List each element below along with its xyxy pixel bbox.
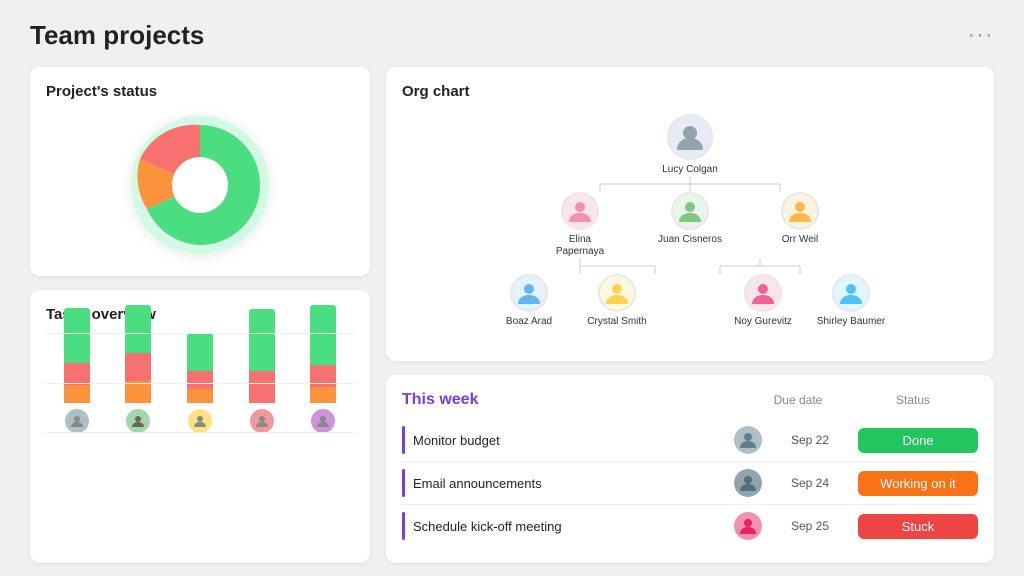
org-name-root: Lucy Colgan (662, 164, 718, 176)
org-name-l2-2: Juan Cisneros (658, 234, 722, 246)
project-status-title: Project's status (46, 83, 354, 100)
org-node-l2-1: Elina Papernaya (540, 192, 620, 258)
task-row-3: Schedule kick-off meeting Sep 25 Stuck (402, 505, 978, 547)
task-avatar-1 (734, 426, 762, 454)
org-node-l2-3: Orr Weil (760, 192, 840, 258)
org-node-l2-2: Juan Cisneros (650, 192, 730, 258)
bar-avatar-2 (126, 409, 150, 433)
page-container: Team projects ··· Project's status (0, 0, 1024, 576)
task-row-1: Monitor budget Sep 22 Done (402, 419, 978, 462)
org-chart: Lucy Colgan (402, 110, 978, 332)
org-node-l3-2: Crystal Smith (582, 274, 652, 328)
task-due-2: Sep 24 (770, 476, 850, 490)
pie-chart-container (46, 110, 354, 260)
tasks-overview-card: Tasks overview (30, 290, 370, 563)
org-name-l3-4: Shirley Baumer (817, 316, 885, 328)
org-chart-title: Org chart (402, 83, 978, 100)
org-connector-2 (402, 258, 978, 274)
task-due-3: Sep 25 (770, 519, 850, 533)
org-node-l3-3: Noy Gurevitz (728, 274, 798, 328)
task-name-3: Schedule kick-off meeting (413, 519, 726, 534)
org-node-l3-1: Boaz Arad (494, 274, 564, 328)
bar-avatar-3 (188, 409, 212, 433)
page-title: Team projects (30, 20, 204, 51)
task-border-3 (402, 512, 405, 540)
col-header-status: Status (848, 393, 978, 407)
org-avatar-root (667, 114, 713, 160)
org-avatar-l2-3 (781, 192, 819, 230)
bar-avatar-4 (250, 409, 274, 433)
org-spacer (670, 274, 710, 328)
bar-group-3 (177, 333, 223, 433)
org-chart-card: Org chart Lucy Colgan (386, 67, 994, 361)
task-status-1: Done (858, 428, 978, 453)
org-lines-svg-1 (520, 176, 860, 192)
task-status-2: Working on it (858, 471, 978, 496)
bar-group-5 (300, 305, 346, 433)
left-column: Project's status (30, 67, 370, 563)
org-connector-1 (402, 176, 978, 192)
org-level-root: Lucy Colgan (662, 114, 718, 176)
more-options-icon[interactable]: ··· (968, 24, 994, 47)
org-name-l3-2: Crystal Smith (587, 316, 646, 328)
task-avatar-2 (734, 469, 762, 497)
org-avatar-l2-1 (561, 192, 599, 230)
bar-avatar-5 (311, 409, 335, 433)
bar-group-2 (116, 305, 162, 433)
project-status-card: Project's status (30, 67, 370, 276)
task-border-1 (402, 426, 405, 454)
bar-chart (46, 333, 354, 433)
col-header-due: Due date (748, 393, 848, 407)
bar-group-1 (54, 308, 100, 433)
task-due-1: Sep 22 (770, 433, 850, 447)
this-week-col-headers: Due date Status (748, 393, 978, 407)
org-level-2: Elina Papernaya Juan Cisneros (540, 192, 840, 258)
bar-avatar-1 (65, 409, 89, 433)
org-name-l3-3: Noy Gurevitz (734, 316, 792, 328)
org-avatar-l3-2 (598, 274, 636, 312)
org-name-l2-3: Orr Weil (782, 234, 818, 246)
right-column: Org chart Lucy Colgan (386, 67, 994, 563)
org-lines-svg-2 (500, 258, 880, 274)
org-name-l3-1: Boaz Arad (506, 316, 552, 328)
this-week-title: This week (402, 391, 478, 409)
task-name-2: Email announcements (413, 476, 726, 491)
task-avatar-3 (734, 512, 762, 540)
org-avatar-l2-2 (671, 192, 709, 230)
bar-group-4 (239, 309, 285, 433)
task-row-2: Email announcements Sep 24 Working on it (402, 462, 978, 505)
task-name-1: Monitor budget (413, 433, 726, 448)
org-level-3: Boaz Arad Crystal Smith (494, 274, 886, 328)
main-grid: Project's status (30, 67, 994, 563)
page-header: Team projects ··· (30, 20, 994, 51)
org-node-l3-4: Shirley Baumer (816, 274, 886, 328)
task-border-2 (402, 469, 405, 497)
pie-chart (125, 110, 275, 260)
this-week-card: This week Due date Status Monitor budget… (386, 375, 994, 563)
org-node-root: Lucy Colgan (662, 114, 718, 176)
org-avatar-l3-1 (510, 274, 548, 312)
task-status-3: Stuck (858, 514, 978, 539)
this-week-header: This week Due date Status (402, 391, 978, 409)
org-avatar-l3-4 (832, 274, 870, 312)
org-avatar-l3-3 (744, 274, 782, 312)
org-name-l2-1: Elina Papernaya (545, 234, 615, 258)
